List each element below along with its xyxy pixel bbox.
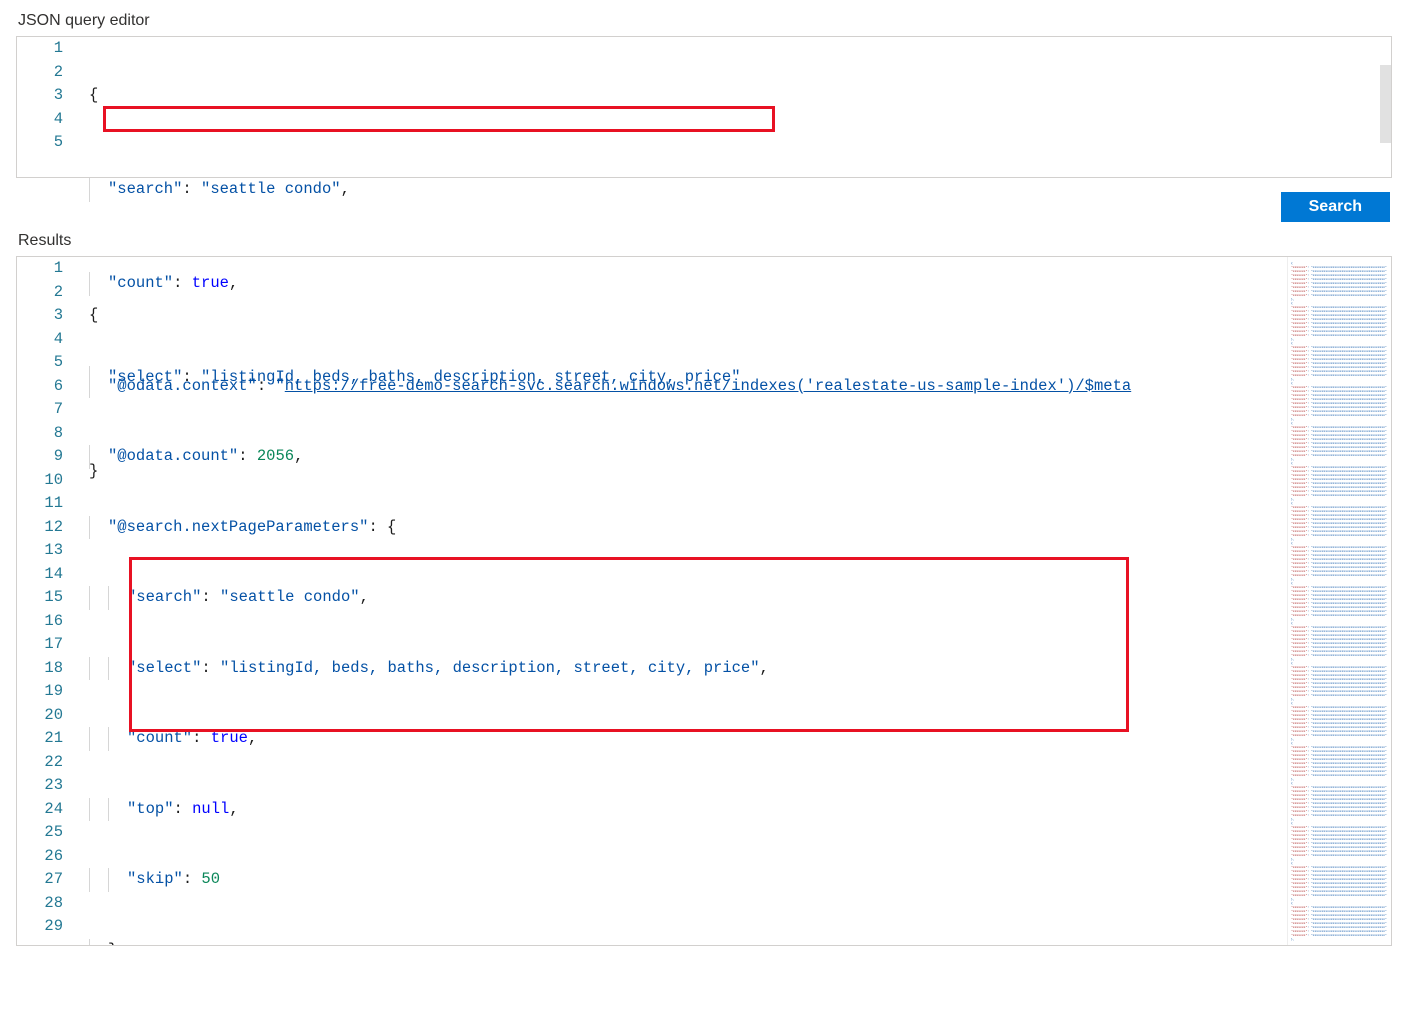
npp-search: seattle condo (229, 588, 350, 606)
results-code[interactable]: { "@odata.context": "https://free-demo-s… (83, 257, 1287, 945)
npp-count: true (211, 729, 248, 747)
key-nextpageparams: "@search.nextPageParameters" (108, 518, 368, 536)
highlight-first-result (129, 557, 1129, 732)
query-scrollbar[interactable] (1380, 65, 1391, 143)
val-odata-count: 2056 (257, 447, 294, 465)
key-search: "search" (108, 180, 182, 198)
results-editor[interactable]: 12345678910 11121314151617181920 2122232… (16, 256, 1392, 946)
val-search: "seattle condo" (201, 180, 341, 198)
val-odata-context[interactable]: https://free-demo-search-svc.search.wind… (285, 377, 1131, 395)
highlight-select-line (103, 106, 775, 132)
key-odata-count: "@odata.count" (108, 447, 238, 465)
query-editor[interactable]: 12345 { "search": "seattle condo", "coun… (16, 36, 1392, 178)
query-editor-label: JSON query editor (18, 12, 1392, 30)
npp-skip: 50 (201, 870, 220, 888)
results-gutter: 12345678910 11121314151617181920 2122232… (17, 257, 83, 945)
npp-top: null (192, 800, 229, 818)
brace-open: { (89, 86, 98, 104)
npp-select: listingId, beds, baths, description, str… (229, 659, 750, 677)
key-odata-context: "@odata.context" (108, 377, 257, 395)
results-minimap[interactable]: { "xxxxxxx": "xxxxxxxxxxxxxxxxxxxxxxxxxx… (1287, 257, 1391, 945)
